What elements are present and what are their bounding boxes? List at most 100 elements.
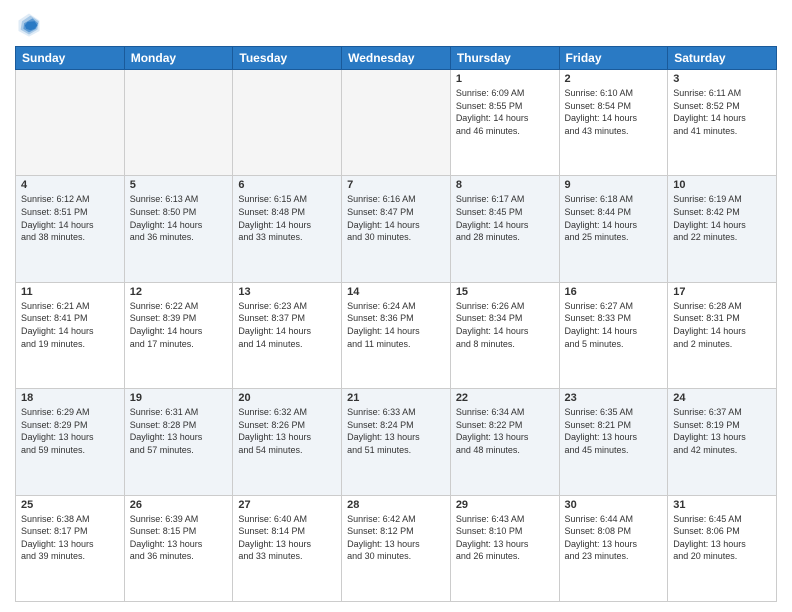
logo [15, 10, 47, 38]
day-info: Sunrise: 6:17 AM Sunset: 8:45 PM Dayligh… [456, 193, 554, 243]
day-cell: 5 Sunrise: 6:13 AM Sunset: 8:50 PM Daylig… [124, 176, 233, 282]
day-cell: 1 Sunrise: 6:09 AM Sunset: 8:55 PM Daylig… [450, 70, 559, 176]
day-cell: 27Sunrise: 6:40 AM Sunset: 8:14 PM Dayli… [233, 495, 342, 601]
day-info: Sunrise: 6:23 AM Sunset: 8:37 PM Dayligh… [238, 300, 336, 350]
day-info: Sunrise: 6:22 AM Sunset: 8:39 PM Dayligh… [130, 300, 228, 350]
day-number: 1 [456, 73, 554, 85]
day-cell: 26Sunrise: 6:39 AM Sunset: 8:15 PM Dayli… [124, 495, 233, 601]
header [15, 10, 777, 38]
week-row-5: 25 Sunrise: 6:38 AM Sunset: 8:17 PM Dayli… [16, 495, 777, 601]
day-info: Sunrise: 6:19 AM Sunset: 8:42 PM Dayligh… [673, 193, 771, 243]
day-number: 24 [673, 392, 771, 404]
day-info: Sunrise: 6:45 AM Sunset: 8:06 PM Dayligh… [673, 513, 771, 563]
day-number: 20 [238, 392, 336, 404]
day-number: 11 [21, 286, 119, 298]
day-cell: 16Sunrise: 6:27 AM Sunset: 8:33 PM Dayli… [559, 282, 668, 388]
day-cell: 10 Sunrise: 6:19 AM Sunset: 8:42 PM Dayli… [668, 176, 777, 282]
day-number: 30 [565, 499, 663, 511]
day-cell: 14 Sunrise: 6:24 AM Sunset: 8:36 PM Dayli… [342, 282, 451, 388]
day-info: Sunrise: 6:39 AM Sunset: 8:15 PM Dayligh… [130, 513, 228, 563]
day-cell: 11 Sunrise: 6:21 AM Sunset: 8:41 PM Dayli… [16, 282, 125, 388]
day-cell: 15 Sunrise: 6:26 AM Sunset: 8:34 PM Dayli… [450, 282, 559, 388]
day-info: Sunrise: 6:11 AM Sunset: 8:52 PM Dayligh… [673, 87, 771, 137]
day-info: Sunrise: 6:26 AM Sunset: 8:34 PM Dayligh… [456, 300, 554, 350]
day-cell: 12 Sunrise: 6:22 AM Sunset: 8:39 PM Dayli… [124, 282, 233, 388]
day-number: 19 [130, 392, 228, 404]
day-info: Sunrise: 6:12 AM Sunset: 8:51 PM Dayligh… [21, 193, 119, 243]
day-number: 29 [456, 499, 554, 511]
day-cell: 29 Sunrise: 6:43 AM Sunset: 8:10 PM Dayli… [450, 495, 559, 601]
day-number: 31 [673, 499, 771, 511]
day-info: Sunrise: 6:40 AM Sunset: 8:14 PM Dayligh… [238, 513, 336, 563]
day-number: 14 [347, 286, 445, 298]
weekday-header-sunday: Sunday [16, 47, 125, 70]
week-row-3: 11 Sunrise: 6:21 AM Sunset: 8:41 PM Dayli… [16, 282, 777, 388]
day-cell: 23 Sunrise: 6:35 AM Sunset: 8:21 PM Dayli… [559, 389, 668, 495]
calendar-table: SundayMondayTuesdayWednesdayThursdayFrid… [15, 46, 777, 602]
weekday-header-wednesday: Wednesday [342, 47, 451, 70]
day-number: 2 [565, 73, 663, 85]
day-number: 9 [565, 179, 663, 191]
day-info: Sunrise: 6:21 AM Sunset: 8:41 PM Dayligh… [21, 300, 119, 350]
day-number: 21 [347, 392, 445, 404]
day-cell: 22 Sunrise: 6:34 AM Sunset: 8:22 PM Dayli… [450, 389, 559, 495]
day-number: 10 [673, 179, 771, 191]
day-cell: 2 Sunrise: 6:10 AM Sunset: 8:54 PM Daylig… [559, 70, 668, 176]
day-info: Sunrise: 6:18 AM Sunset: 8:44 PM Dayligh… [565, 193, 663, 243]
day-cell: 25 Sunrise: 6:38 AM Sunset: 8:17 PM Dayli… [16, 495, 125, 601]
day-number: 6 [238, 179, 336, 191]
day-info: Sunrise: 6:35 AM Sunset: 8:21 PM Dayligh… [565, 406, 663, 456]
day-number: 5 [130, 179, 228, 191]
day-info: Sunrise: 6:33 AM Sunset: 8:24 PM Dayligh… [347, 406, 445, 456]
day-info: Sunrise: 6:43 AM Sunset: 8:10 PM Dayligh… [456, 513, 554, 563]
day-info: Sunrise: 6:29 AM Sunset: 8:29 PM Dayligh… [21, 406, 119, 456]
weekday-header-friday: Friday [559, 47, 668, 70]
day-cell: 4 Sunrise: 6:12 AM Sunset: 8:51 PM Daylig… [16, 176, 125, 282]
day-cell: 28 Sunrise: 6:42 AM Sunset: 8:12 PM Dayli… [342, 495, 451, 601]
weekday-header-row: SundayMondayTuesdayWednesdayThursdayFrid… [16, 47, 777, 70]
day-number: 22 [456, 392, 554, 404]
day-info: Sunrise: 6:24 AM Sunset: 8:36 PM Dayligh… [347, 300, 445, 350]
day-info: Sunrise: 6:15 AM Sunset: 8:48 PM Dayligh… [238, 193, 336, 243]
day-info: Sunrise: 6:13 AM Sunset: 8:50 PM Dayligh… [130, 193, 228, 243]
day-number: 23 [565, 392, 663, 404]
day-cell: 31 Sunrise: 6:45 AM Sunset: 8:06 PM Dayli… [668, 495, 777, 601]
day-info: Sunrise: 6:34 AM Sunset: 8:22 PM Dayligh… [456, 406, 554, 456]
day-number: 12 [130, 286, 228, 298]
day-number: 8 [456, 179, 554, 191]
day-info: Sunrise: 6:42 AM Sunset: 8:12 PM Dayligh… [347, 513, 445, 563]
day-number: 13 [238, 286, 336, 298]
week-row-1: 1 Sunrise: 6:09 AM Sunset: 8:55 PM Daylig… [16, 70, 777, 176]
day-number: 17 [673, 286, 771, 298]
week-row-2: 4 Sunrise: 6:12 AM Sunset: 8:51 PM Daylig… [16, 176, 777, 282]
day-cell: 8 Sunrise: 6:17 AM Sunset: 8:45 PM Daylig… [450, 176, 559, 282]
page-container: SundayMondayTuesdayWednesdayThursdayFrid… [0, 0, 792, 612]
logo-icon [15, 10, 43, 38]
day-number: 25 [21, 499, 119, 511]
weekday-header-saturday: Saturday [668, 47, 777, 70]
day-cell: 20Sunrise: 6:32 AM Sunset: 8:26 PM Dayli… [233, 389, 342, 495]
week-row-4: 18Sunrise: 6:29 AM Sunset: 8:29 PM Dayli… [16, 389, 777, 495]
day-cell: 18Sunrise: 6:29 AM Sunset: 8:29 PM Dayli… [16, 389, 125, 495]
weekday-header-monday: Monday [124, 47, 233, 70]
day-info: Sunrise: 6:37 AM Sunset: 8:19 PM Dayligh… [673, 406, 771, 456]
day-cell: 30Sunrise: 6:44 AM Sunset: 8:08 PM Dayli… [559, 495, 668, 601]
day-info: Sunrise: 6:27 AM Sunset: 8:33 PM Dayligh… [565, 300, 663, 350]
day-number: 4 [21, 179, 119, 191]
day-cell [16, 70, 125, 176]
day-cell: 13 Sunrise: 6:23 AM Sunset: 8:37 PM Dayli… [233, 282, 342, 388]
day-info: Sunrise: 6:31 AM Sunset: 8:28 PM Dayligh… [130, 406, 228, 456]
day-cell: 9 Sunrise: 6:18 AM Sunset: 8:44 PM Daylig… [559, 176, 668, 282]
day-info: Sunrise: 6:10 AM Sunset: 8:54 PM Dayligh… [565, 87, 663, 137]
day-number: 15 [456, 286, 554, 298]
day-cell: 3 Sunrise: 6:11 AM Sunset: 8:52 PM Daylig… [668, 70, 777, 176]
day-info: Sunrise: 6:09 AM Sunset: 8:55 PM Dayligh… [456, 87, 554, 137]
day-number: 28 [347, 499, 445, 511]
day-cell: 6 Sunrise: 6:15 AM Sunset: 8:48 PM Daylig… [233, 176, 342, 282]
day-cell: 17 Sunrise: 6:28 AM Sunset: 8:31 PM Dayli… [668, 282, 777, 388]
day-number: 7 [347, 179, 445, 191]
day-cell [342, 70, 451, 176]
day-info: Sunrise: 6:38 AM Sunset: 8:17 PM Dayligh… [21, 513, 119, 563]
day-number: 3 [673, 73, 771, 85]
day-info: Sunrise: 6:28 AM Sunset: 8:31 PM Dayligh… [673, 300, 771, 350]
